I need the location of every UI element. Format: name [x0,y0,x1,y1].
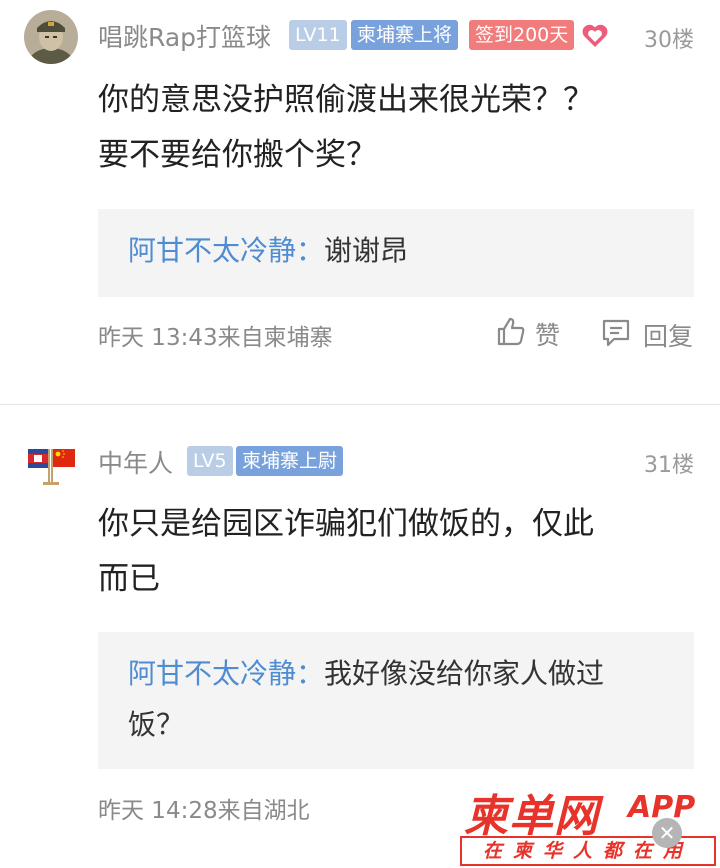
reply-preview[interactable]: 阿甘不太冷静：我好像没给你家人做过 饭？ [98,632,694,769]
reply-body: 我好像没给你家人做过 [324,657,605,690]
comment-content: 你的意思没护照偷渡出来很光荣？？ 要不要给你搬个奖？ [98,73,678,183]
reply-preview[interactable]: 阿甘不太冷静：谢谢昂 [98,209,694,297]
username[interactable]: 中年人 [98,444,173,480]
username[interactable]: 唱跳Rap打篮球 [98,18,271,54]
thumbs-up-icon [497,317,525,346]
level-badge: LV11 [289,20,347,50]
reply-label: 回复 [643,322,694,351]
watermark-logo: 柬单网 [464,791,599,842]
checkin-badge: 签到200天 [469,20,575,50]
reply-text: 阿甘不太冷静：谢谢昂 [128,225,668,276]
brand-watermark[interactable]: 柬单网 APP 在柬华人都在用 [458,780,720,868]
heart-icon [582,24,608,47]
flag-icon [24,437,78,491]
content-line: 你的意思没护照偷渡出来很光荣？？ [98,82,594,118]
reply-author[interactable]: 阿甘不太冷静： [128,234,324,267]
rank-badge: 柬埔寨上尉 [236,446,344,476]
reply-body: 谢谢昂 [324,234,409,267]
reply-button[interactable]: 回复 [600,316,700,351]
level-badge: LV5 [187,446,233,476]
avatar[interactable] [24,10,78,64]
content-line: 而已 [98,561,160,597]
close-icon[interactable]: ✕ [652,818,682,848]
comment-icon [602,319,630,347]
content-line: 你只是给园区诈骗犯们做饭的，仅此 [98,506,594,542]
timestamp-location: 昨天 13:43来自柬埔寨 [98,325,333,351]
comment-content: 你只是给园区诈骗犯们做饭的，仅此 而已 [98,497,678,607]
avatar[interactable] [24,437,78,491]
floor-number: 31楼 [644,453,694,478]
rank-badge: 柬埔寨上将 [351,20,459,50]
timestamp-location: 昨天 14:28来自湖北 [98,798,310,824]
like-label: 赞 [535,321,561,350]
reply-text: 阿甘不太冷静：我好像没给你家人做过 饭？ [128,648,668,750]
reply-body: 饭？ [128,708,185,741]
like-button[interactable]: 赞 [495,315,565,350]
reply-author[interactable]: 阿甘不太冷静： [128,657,324,690]
content-line: 要不要给你搬个奖？ [98,137,377,173]
post-floor-30: 唱跳Rap打篮球 LV11 柬埔寨上将 签到200天 30楼 你的意思没护照偷渡… [0,0,720,404]
floor-number: 30楼 [644,28,694,53]
